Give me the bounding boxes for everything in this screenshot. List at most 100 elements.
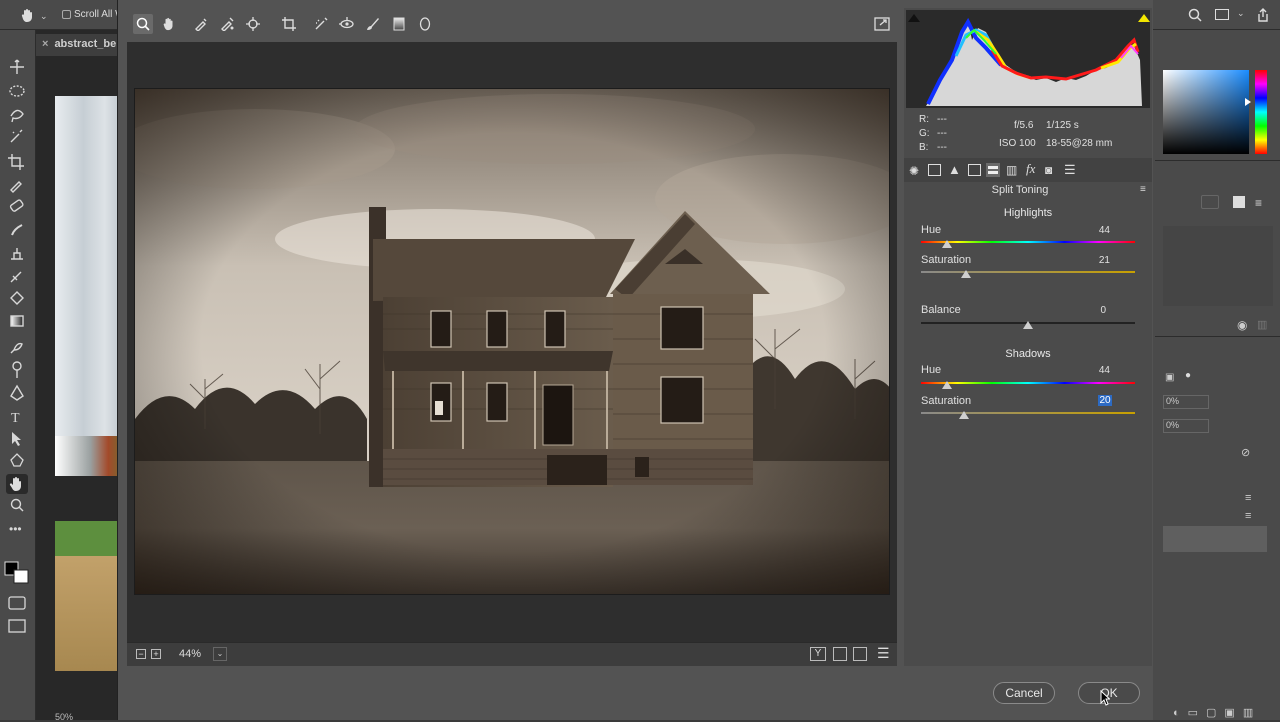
camera-raw-panel: R: --- G: --- B: --- f/5.6 1/125 s ISO 1… <box>904 8 1152 666</box>
radial-filter-icon[interactable] <box>415 14 435 34</box>
link-icon[interactable]: ⊘ <box>1241 446 1250 459</box>
detail-tab-icon[interactable]: ▲ <box>948 162 961 177</box>
panel-content <box>1163 226 1273 306</box>
ps-zoom-readout: 50% <box>55 712 74 722</box>
more-tools-icon: ••• <box>9 522 22 536</box>
brush-icon[interactable]: ● <box>1185 370 1191 381</box>
zoom-level[interactable]: 44% <box>179 648 201 660</box>
highlights-saturation-label: Saturation <box>921 254 972 266</box>
adjust-icon[interactable]: ≡ <box>1245 492 1251 504</box>
opacity-field[interactable]: 0% <box>1163 395 1209 409</box>
targeted-adjustment-icon[interactable] <box>243 14 263 34</box>
highlights-saturation-slider[interactable] <box>921 271 1135 273</box>
cancel-button[interactable]: Cancel <box>993 682 1055 704</box>
balance-label: Balance <box>921 304 961 316</box>
eye-icon[interactable]: ◉ <box>1237 318 1247 332</box>
adjust-icon[interactable]: ≡ <box>1245 510 1251 522</box>
ps-document-tab[interactable]: × abstract_be <box>36 34 126 56</box>
gradient-tool-icon <box>10 315 24 327</box>
scroll-all-checkbox[interactable] <box>62 10 71 19</box>
g-value: --- <box>937 128 947 139</box>
zoom-tool-icon[interactable] <box>133 14 153 34</box>
zoom-out-button[interactable]: − <box>136 649 146 659</box>
white-balance-tool-icon[interactable] <box>191 14 211 34</box>
eraser-tool-icon <box>10 291 24 305</box>
preview-image[interactable] <box>134 88 890 595</box>
swap-icon[interactable] <box>833 647 847 661</box>
crop-tool-icon[interactable] <box>279 14 299 34</box>
g-label: G: <box>919 128 930 139</box>
trash-icon[interactable]: ▥ <box>1257 318 1267 331</box>
split-toning-tab-icon <box>988 171 998 174</box>
zoom-in-button[interactable]: + <box>151 649 161 659</box>
move-tool-icon <box>10 59 24 74</box>
lock-icon[interactable]: ▣ <box>1165 372 1174 383</box>
red-eye-icon[interactable] <box>337 14 357 34</box>
chevron-down-icon[interactable]: ⌄ <box>40 11 48 22</box>
shadows-hue-slider[interactable] <box>921 382 1135 384</box>
histogram <box>906 10 1150 108</box>
balance-thumb[interactable] <box>1023 321 1033 329</box>
shadows-saturation-slider[interactable] <box>921 412 1135 414</box>
tone-curve-tab-icon[interactable] <box>928 164 941 176</box>
fullscreen-toggle-icon[interactable] <box>872 14 892 34</box>
healing-brush-icon <box>9 199 24 212</box>
shadows-hue-thumb[interactable] <box>942 381 953 389</box>
shadows-saturation-value[interactable]: 20 <box>1098 395 1112 406</box>
eyedropper-icon <box>10 181 22 193</box>
highlights-saturation-value[interactable]: 21 <box>1080 255 1110 266</box>
aperture-value: f/5.6 <box>1014 120 1034 131</box>
camera-calibration-tab-icon[interactable]: ◙ <box>1045 163 1052 177</box>
hue-strip[interactable] <box>1255 70 1267 154</box>
shadows-hue-value[interactable]: 44 <box>1080 365 1110 376</box>
graduated-filter-icon[interactable] <box>389 14 409 34</box>
zoom-dropdown[interactable]: ⌄ <box>213 647 227 661</box>
background-color-swatch <box>13 569 29 584</box>
presets-tab-icon[interactable]: ☰ <box>1064 162 1076 178</box>
highlight-clipping-warning-icon[interactable] <box>1138 14 1150 22</box>
mouse-cursor-icon <box>1100 690 1110 706</box>
hsl-tab-icon[interactable] <box>968 164 981 176</box>
highlights-hue-slider[interactable] <box>921 241 1135 243</box>
dodge-tool-icon <box>12 361 22 371</box>
panel-dropdown[interactable] <box>1201 195 1219 209</box>
search-icon[interactable] <box>1188 8 1202 22</box>
effects-tab-icon[interactable]: fx <box>1026 161 1035 177</box>
shadow-clipping-warning-icon[interactable] <box>908 14 920 22</box>
fill-field[interactable]: 0% <box>1163 419 1209 433</box>
shape-tool-icon <box>10 453 24 467</box>
grid-view-icon[interactable] <box>1233 196 1245 208</box>
panel-menu-icon[interactable]: ≡ <box>1140 184 1146 195</box>
spot-removal-icon[interactable] <box>311 14 331 34</box>
balance-value[interactable]: 0 <box>1076 305 1106 316</box>
shadows-saturation-thumb[interactable] <box>958 411 969 419</box>
selected-layer-row[interactable] <box>1163 526 1267 552</box>
color-sampler-icon[interactable] <box>217 14 237 34</box>
lasso-tool-icon <box>10 109 24 123</box>
screen-mode-icon <box>8 619 26 633</box>
history-brush-icon <box>10 271 22 283</box>
chevron-down-icon[interactable]: ⌄ <box>1237 8 1245 19</box>
adjustment-brush-icon[interactable] <box>363 14 383 34</box>
layer-actions[interactable]: ◐▭▢▣▥ <box>1173 706 1261 719</box>
color-picker-field[interactable] <box>1163 70 1249 154</box>
ps-right-panels: ≡ ◉ ▥ ▣ ● 0% 0% ⊘ ≡ ≡ ◐▭▢▣▥ <box>1152 30 1280 720</box>
basic-tab-icon[interactable]: ✺ <box>909 164 919 178</box>
lens-corrections-tab-icon[interactable]: ▥ <box>1006 163 1017 177</box>
shadows-saturation-label: Saturation <box>921 395 972 407</box>
highlights-heading: Highlights <box>1003 207 1053 219</box>
workspace-icon[interactable] <box>1215 9 1229 20</box>
copy-settings-icon[interactable] <box>853 647 867 661</box>
before-after-toggle[interactable]: Y <box>810 647 826 661</box>
highlights-hue-value[interactable]: 44 <box>1080 225 1110 236</box>
share-icon[interactable] <box>1256 8 1270 22</box>
close-icon[interactable]: × <box>42 38 48 50</box>
preview-settings-icon[interactable]: ☰ <box>877 645 890 662</box>
highlights-saturation-thumb[interactable] <box>960 270 971 278</box>
hand-tool-icon[interactable] <box>20 8 36 22</box>
highlights-hue-thumb[interactable] <box>942 240 953 248</box>
lens-value: 18-55@28 mm <box>1046 138 1113 149</box>
b-label: B: <box>919 142 929 153</box>
list-view-icon[interactable]: ≡ <box>1255 196 1262 210</box>
hand-tool-icon[interactable] <box>159 14 179 34</box>
